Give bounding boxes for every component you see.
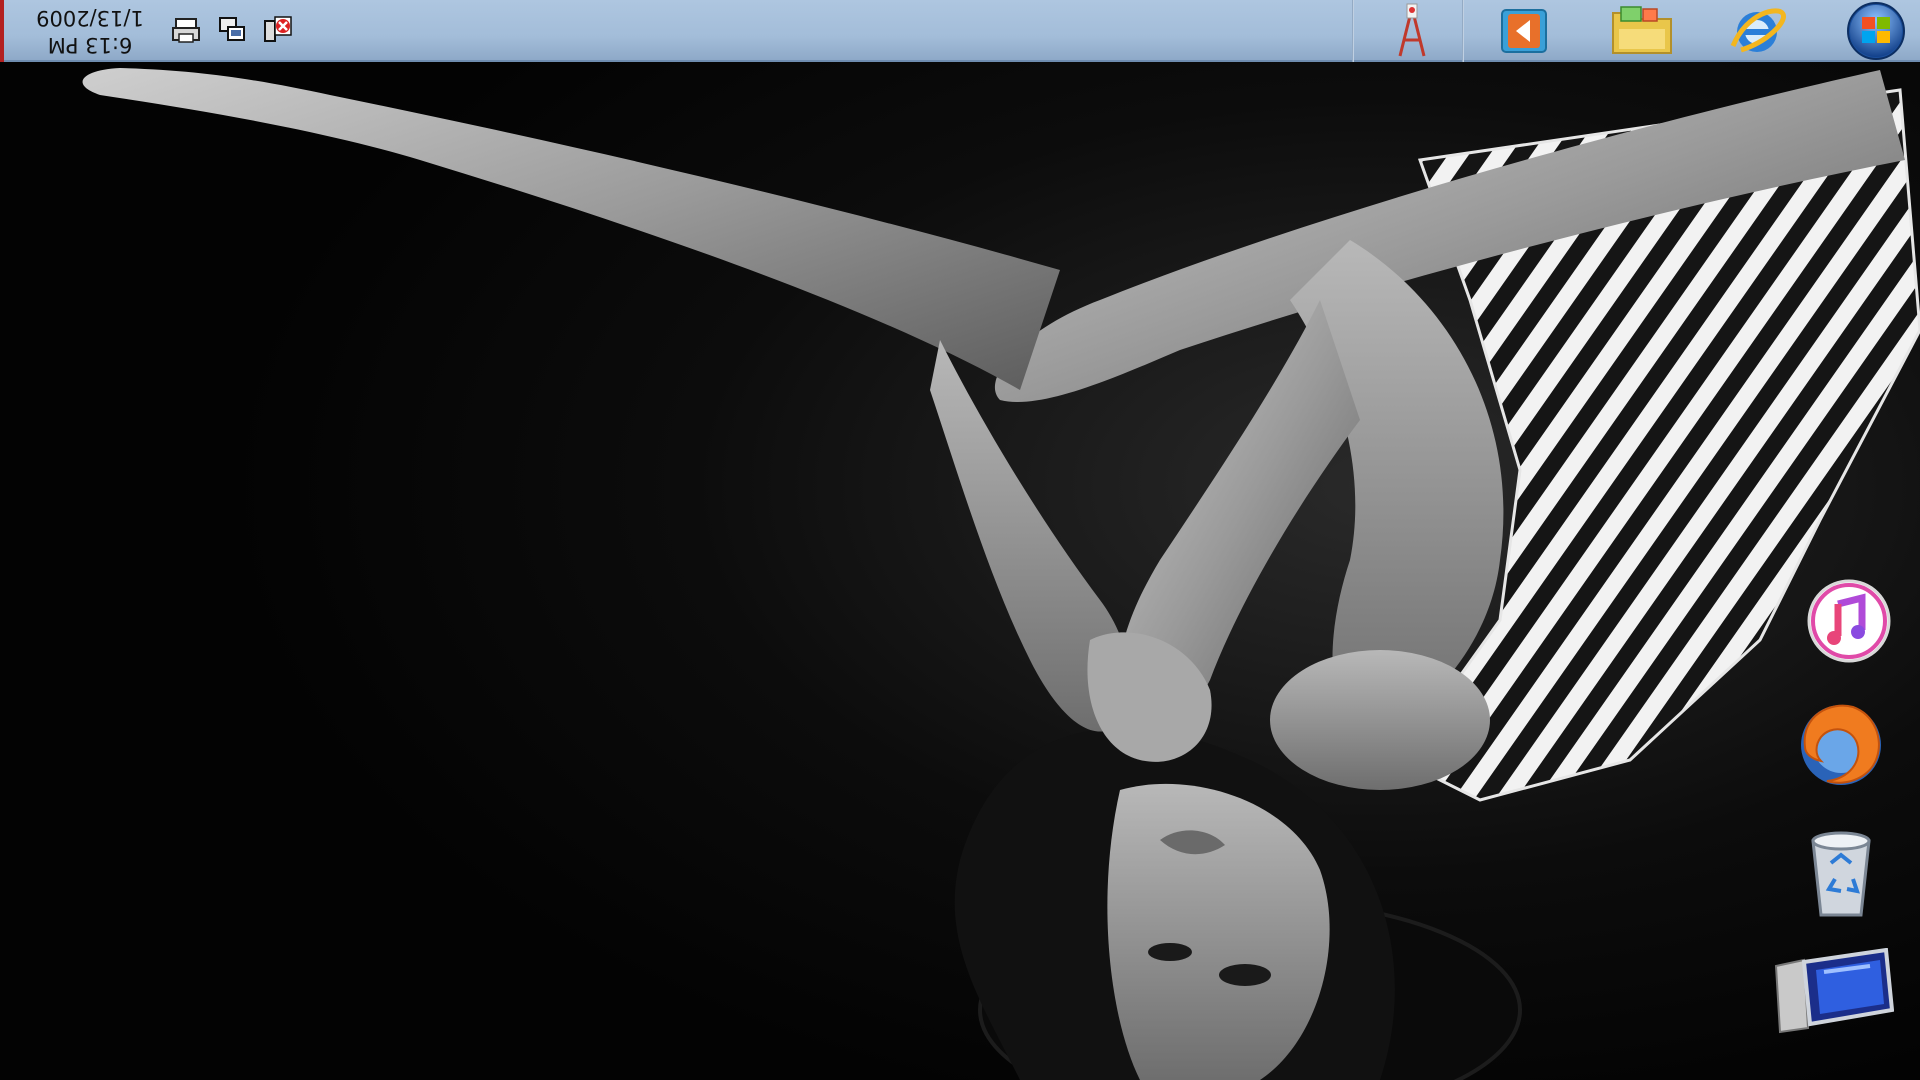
internet-explorer-icon[interactable]	[1714, 0, 1802, 62]
folder-icon[interactable]	[1598, 0, 1686, 62]
printer-icon[interactable]	[168, 10, 204, 50]
media-player-icon[interactable]	[1480, 0, 1568, 62]
clock-date: 1/13/2009	[36, 6, 144, 30]
clock-time: 6:13 PM	[47, 33, 133, 57]
network-error-icon[interactable]	[260, 10, 296, 50]
taskbar-separator	[1352, 0, 1354, 62]
network-tower-icon[interactable]	[1368, 0, 1456, 62]
taskbar: 6:13 PM 1/13/2009	[0, 0, 1920, 62]
computer-display-icon[interactable]	[1770, 938, 1898, 1048]
taskbar-separator	[1462, 0, 1464, 62]
desktop-wallpaper	[0, 0, 1920, 1080]
notification-tray	[168, 10, 308, 50]
recycle-bin-icon[interactable]	[1786, 818, 1896, 928]
music-app-icon[interactable]	[1794, 566, 1904, 676]
windows-start-orb-icon[interactable]	[1832, 0, 1920, 62]
firefox-icon[interactable]	[1786, 690, 1896, 800]
network-icon[interactable]	[214, 10, 250, 50]
taskbar-edge-accent	[0, 0, 4, 62]
system-clock[interactable]: 6:13 PM 1/13/2009	[30, 0, 150, 62]
